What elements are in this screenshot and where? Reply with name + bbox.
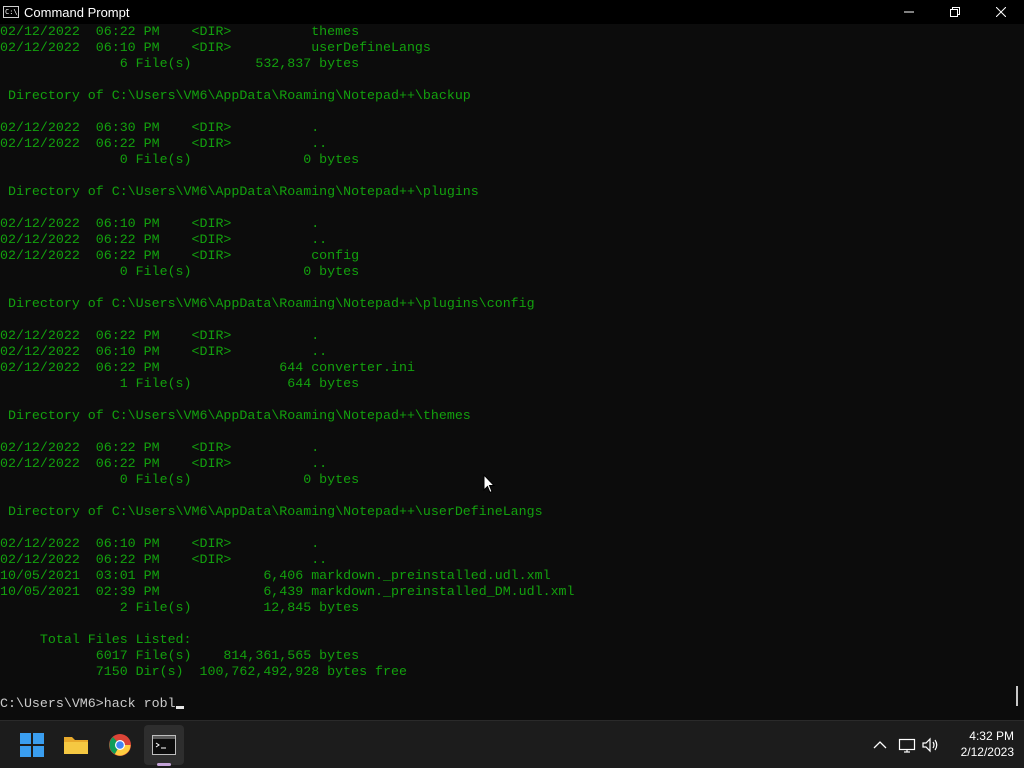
minimize-button[interactable] (886, 0, 932, 24)
show-hidden-icons-button[interactable] (870, 735, 890, 755)
file-explorer-button[interactable] (56, 725, 96, 765)
console-line: 0 File(s) 0 bytes (0, 264, 360, 279)
console-line: 10/05/2021 02:39 PM 6,439 markdown._prei… (0, 584, 575, 599)
console-line: 02/12/2022 06:22 PM <DIR> .. (0, 232, 328, 247)
console-line: 2 File(s) 12,845 bytes (0, 600, 360, 615)
chrome-icon (109, 734, 131, 756)
console-line: 02/12/2022 06:22 PM 644 converter.ini (0, 360, 415, 375)
console-line: 6 File(s) 532,837 bytes (0, 56, 360, 71)
console-line: 02/12/2022 06:22 PM <DIR> . (0, 328, 320, 343)
console-line: 0 File(s) 0 bytes (0, 472, 360, 487)
scrollbar-thumb[interactable] (1016, 686, 1018, 706)
console-line: Directory of C:\Users\VM6\AppData\Roamin… (0, 88, 471, 103)
command-input-text: C:\Users\VM6>hack robl (0, 696, 176, 711)
volume-button[interactable] (921, 735, 941, 755)
console-line: 02/12/2022 06:22 PM <DIR> .. (0, 552, 328, 567)
console-line: Directory of C:\Users\VM6\AppData\Roamin… (0, 504, 543, 519)
console-line: 02/12/2022 06:10 PM <DIR> .. (0, 344, 328, 359)
console-line: 02/12/2022 06:10 PM <DIR> . (0, 216, 320, 231)
console-line: 10/05/2021 03:01 PM 6,406 markdown._prei… (0, 568, 551, 583)
console-line: 02/12/2022 06:10 PM <DIR> . (0, 536, 320, 551)
command-prompt-line[interactable]: C:\Users\VM6>hack robl (0, 696, 184, 712)
clock[interactable]: 4:32 PM 2/12/2023 (944, 728, 1014, 760)
console-line: Directory of C:\Users\VM6\AppData\Roamin… (0, 184, 479, 199)
window-controls (886, 0, 1024, 24)
command-prompt-taskbar-button[interactable] (144, 725, 184, 765)
folder-icon (64, 737, 88, 754)
console-line: 02/12/2022 06:22 PM <DIR> config (0, 248, 360, 263)
start-button[interactable] (12, 725, 52, 765)
network-button[interactable] (897, 735, 917, 755)
close-button[interactable] (978, 0, 1024, 24)
title-bar[interactable]: C:\_ Command Prompt (0, 0, 1024, 24)
chrome-button[interactable] (100, 725, 140, 765)
clock-date: 2/12/2023 (960, 745, 1014, 759)
console-line: 6017 File(s) 814,361,565 bytes (0, 648, 360, 663)
console-line: 02/12/2022 06:10 PM <DIR> userDefineLang… (0, 40, 431, 55)
text-cursor (175, 706, 184, 709)
chevron-up-icon (873, 741, 887, 749)
console-line: Total Files Listed: (0, 632, 192, 647)
console-line: 1 File(s) 644 bytes (0, 376, 360, 391)
console-line: 02/12/2022 06:22 PM <DIR> .. (0, 456, 328, 471)
terminal-icon (152, 735, 176, 755)
terminal-app-icon: C:\_ (3, 6, 19, 18)
restore-icon (950, 7, 960, 17)
console-output[interactable]: 02/12/2022 06:22 PM <DIR> themes 02/12/20… (0, 24, 1016, 720)
windows-start-icon (20, 733, 44, 757)
console-line: 0 File(s) 0 bytes (0, 152, 360, 167)
minimize-icon (904, 11, 914, 13)
console-line: Directory of C:\Users\VM6\AppData\Roamin… (0, 408, 471, 423)
restore-button[interactable] (932, 0, 978, 24)
console-line: 02/12/2022 06:30 PM <DIR> . (0, 120, 320, 135)
network-icon (898, 738, 916, 753)
mouse-pointer-icon (483, 474, 495, 494)
console-line: 02/12/2022 06:22 PM <DIR> . (0, 440, 320, 455)
volume-icon (922, 737, 938, 753)
console-line: Directory of C:\Users\VM6\AppData\Roamin… (0, 296, 535, 311)
console-scrollbar[interactable] (1016, 24, 1024, 720)
active-app-indicator (157, 763, 171, 766)
console-line: 02/12/2022 06:22 PM <DIR> themes (0, 24, 360, 39)
clock-time: 4:32 PM (969, 729, 1014, 743)
taskbar: 4:32 PM 2/12/2023 (0, 720, 1024, 768)
console-line: 7150 Dir(s) 100,762,492,928 bytes free (0, 664, 407, 679)
console-line: 02/12/2022 06:22 PM <DIR> .. (0, 136, 328, 151)
window-title: Command Prompt (24, 4, 130, 20)
close-icon (996, 7, 1006, 17)
